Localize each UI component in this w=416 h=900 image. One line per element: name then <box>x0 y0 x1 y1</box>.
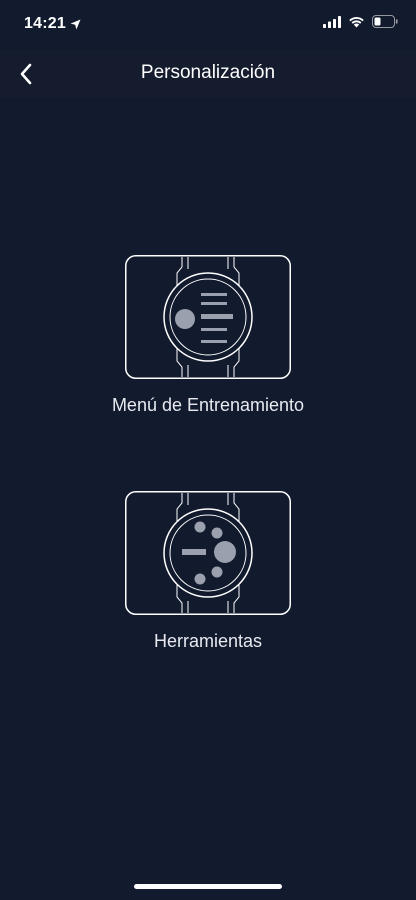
watch-tools-icon <box>125 491 291 615</box>
training-menu-label: Menú de Entrenamiento <box>111 395 305 415</box>
battery-icon <box>372 15 398 28</box>
tools-label: Herramientas <box>153 631 263 651</box>
nav-bar: Personalización <box>0 50 416 98</box>
watch-training-menu-icon <box>125 255 291 379</box>
location-arrow-icon <box>70 19 81 29</box>
status-time: 14:21 <box>24 15 66 32</box>
status-bar: 14:21 <box>0 0 416 50</box>
tools-option[interactable]: Herramientas <box>0 491 416 661</box>
training-menu-option[interactable]: Menú de Entrenamiento <box>0 255 416 425</box>
status-time-group: 14:21 <box>24 15 81 33</box>
page-title: Personalización <box>140 62 276 83</box>
status-icons <box>323 15 398 28</box>
wifi-icon <box>349 16 364 27</box>
home-indicator[interactable] <box>134 884 282 889</box>
cellular-signal-icon <box>323 15 341 28</box>
